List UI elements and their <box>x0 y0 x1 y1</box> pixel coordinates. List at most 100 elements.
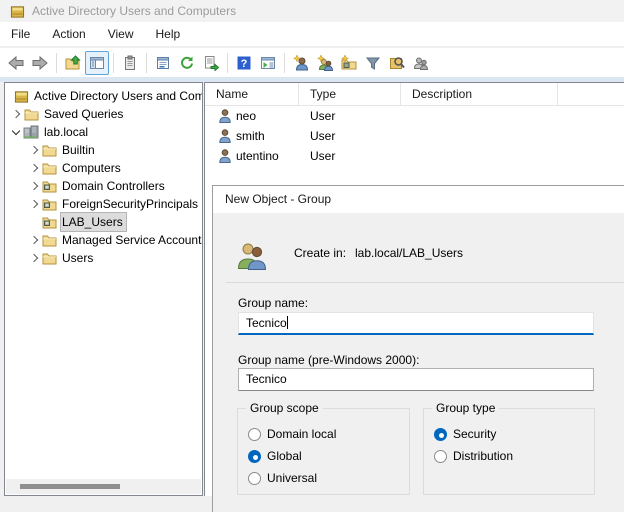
tree-horizontal-scrollbar[interactable] <box>6 479 201 494</box>
folder-icon <box>42 144 57 157</box>
radio-global[interactable]: Global <box>248 445 409 467</box>
aduc-window: { "colors": { "accent": "#0067c0", "sele… <box>0 0 624 512</box>
toolbar-separator <box>146 53 147 73</box>
toolbar-separator <box>227 53 228 73</box>
list-row-neo[interactable]: neo User <box>205 106 624 126</box>
show-action-pane-button[interactable] <box>256 51 280 75</box>
clipboard-icon <box>122 55 138 71</box>
text-caret <box>287 316 288 329</box>
copy-button[interactable] <box>118 51 142 75</box>
user-icon <box>219 109 231 123</box>
special-tasks-button[interactable] <box>409 51 433 75</box>
new-user-button[interactable] <box>289 51 313 75</box>
chevron-right-icon[interactable] <box>27 251 41 265</box>
find-icon <box>389 55 405 71</box>
svg-text:?: ? <box>241 58 248 70</box>
menu-help[interactable]: Help <box>145 22 192 47</box>
list-row-utentino[interactable]: utentino User <box>205 146 624 166</box>
export-list-icon <box>203 55 219 71</box>
chevron-right-icon[interactable] <box>27 143 41 157</box>
properties-button[interactable] <box>151 51 175 75</box>
help-icon: ? <box>236 55 252 71</box>
show-action-pane-icon <box>260 55 276 71</box>
radio-security[interactable]: Security <box>434 423 594 445</box>
radio-button[interactable] <box>434 450 447 463</box>
help-button[interactable]: ? <box>232 51 256 75</box>
dialog-title: New Object - Group <box>213 186 624 213</box>
column-header-description[interactable]: Description <box>401 83 558 105</box>
radio-button[interactable] <box>248 472 261 485</box>
new-user-icon <box>293 55 309 71</box>
ou-folder-icon <box>42 198 57 211</box>
tree-item-computers[interactable]: Computers <box>5 159 202 177</box>
cell-name: neo <box>236 109 256 123</box>
group-scope-legend: Group scope <box>246 401 323 415</box>
ou-folder-icon <box>42 180 57 193</box>
show-console-tree-icon <box>89 55 105 71</box>
console-tree-pane: Active Directory Users and Computers Sav… <box>4 82 203 496</box>
menu-file[interactable]: File <box>0 22 41 47</box>
new-ou-icon <box>341 55 357 71</box>
chevron-right-icon[interactable] <box>27 179 41 193</box>
filter-button[interactable] <box>361 51 385 75</box>
tree-item-lab-users[interactable]: LAB_Users <box>5 213 202 231</box>
group-type-fieldset: Group type Security Distribution <box>423 408 595 495</box>
radio-distribution[interactable]: Distribution <box>434 445 594 467</box>
column-header-type[interactable]: Type <box>299 83 401 105</box>
cell-type: User <box>299 129 401 143</box>
radio-domain-local[interactable]: Domain local <box>248 423 409 445</box>
chevron-right-icon[interactable] <box>27 161 41 175</box>
folder-icon <box>42 162 57 175</box>
tree-item-users[interactable]: Users <box>5 249 202 267</box>
list-row-smith[interactable]: smith User <box>205 126 624 146</box>
export-list-button[interactable] <box>199 51 223 75</box>
toolbar-separator <box>284 53 285 73</box>
tree-item-lab-local[interactable]: lab.local <box>5 123 202 141</box>
pre2000-name-input[interactable]: Tecnico <box>238 368 594 391</box>
ou-folder-icon <box>42 216 57 229</box>
column-header-name[interactable]: Name <box>205 83 299 105</box>
radio-button[interactable] <box>248 428 261 441</box>
toolbar-separator <box>113 53 114 73</box>
pre2000-name-label: Group name (pre-Windows 2000): <box>238 353 419 367</box>
refresh-icon <box>179 55 195 71</box>
cell-name: smith <box>236 129 265 143</box>
chevron-right-icon[interactable] <box>27 197 41 211</box>
find-objects-button[interactable] <box>385 51 409 75</box>
back-icon <box>8 55 24 71</box>
console-tree: Active Directory Users and Computers Sav… <box>5 83 202 267</box>
menu-view[interactable]: View <box>97 22 145 47</box>
new-group-button[interactable] <box>313 51 337 75</box>
tree-item-domain-controllers[interactable]: Domain Controllers <box>5 177 202 195</box>
tree-item-builtin[interactable]: Builtin <box>5 141 202 159</box>
new-organizational-unit-button[interactable] <box>337 51 361 75</box>
tree-item-root[interactable]: Active Directory Users and Computers <box>5 87 202 105</box>
group-name-input[interactable]: Tecnico <box>238 312 594 335</box>
cell-type: User <box>299 109 401 123</box>
group-icon <box>237 241 267 270</box>
radio-button[interactable] <box>434 428 447 441</box>
forward-button[interactable] <box>28 51 52 75</box>
radio-universal[interactable]: Universal <box>248 467 409 489</box>
refresh-button[interactable] <box>175 51 199 75</box>
tree-item-managed-service-accounts[interactable]: Managed Service Accounts <box>5 231 202 249</box>
back-button[interactable] <box>4 51 28 75</box>
menu-action[interactable]: Action <box>41 22 96 47</box>
show-console-tree-button[interactable] <box>85 51 109 75</box>
chevron-right-icon[interactable] <box>27 233 41 247</box>
cell-name: utentino <box>236 149 279 163</box>
dialog-separator <box>226 282 624 283</box>
chevron-down-icon[interactable] <box>9 125 23 139</box>
radio-button[interactable] <box>248 450 261 463</box>
menu-bar: File Action View Help <box>0 22 624 47</box>
window-title: Active Directory Users and Computers <box>32 4 236 18</box>
tree-item-foreign-security-principals[interactable]: ForeignSecurityPrincipals <box>5 195 202 213</box>
up-one-level-button[interactable] <box>61 51 85 75</box>
scrollbar-thumb[interactable] <box>20 484 120 489</box>
tree-item-saved-queries[interactable]: Saved Queries <box>5 105 202 123</box>
folder-icon <box>24 108 39 121</box>
chevron-right-icon[interactable] <box>9 107 23 121</box>
user-icon <box>219 149 231 163</box>
new-object-group-dialog: New Object - Group Create in: lab.local/… <box>212 185 624 512</box>
properties-icon <box>155 55 171 71</box>
